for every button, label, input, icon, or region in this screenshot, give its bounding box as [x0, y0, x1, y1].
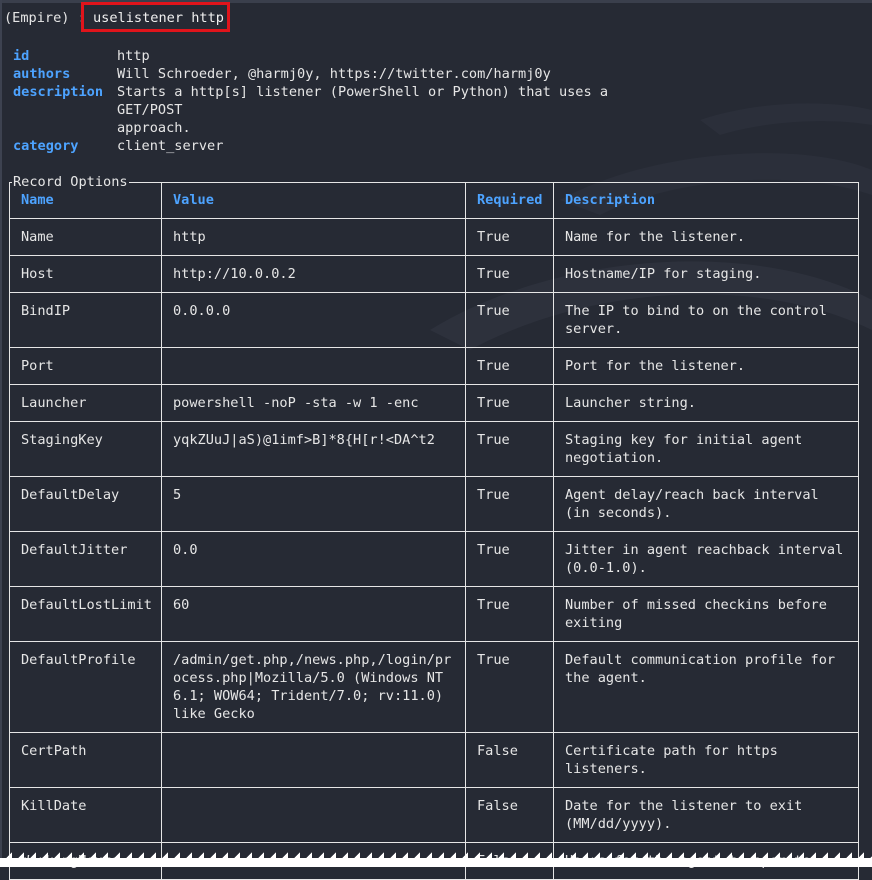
window-left-edge [0, 0, 2, 867]
cell-description: Default communication profile for the ag… [553, 641, 859, 733]
cell-name: Port [9, 347, 162, 385]
cell-required: True [465, 347, 554, 385]
cell-required: False [465, 732, 554, 788]
cell-required: True [465, 218, 554, 256]
column-header-description: Description [553, 182, 859, 219]
cell-value: /admin/get.php,/news.php,/login/process.… [161, 641, 466, 733]
cell-description: Name for the listener. [553, 218, 859, 256]
torn-edge-fill [0, 858, 872, 867]
cell-description: Staging key for initial agent negotiatio… [553, 421, 859, 477]
cell-required: True [465, 586, 554, 642]
cell-name: Host [9, 255, 162, 293]
info-key: authors [13, 66, 71, 82]
cell-name: Launcher [9, 384, 162, 422]
cell-name: KillDate [9, 787, 162, 843]
cell-required: True [465, 476, 554, 532]
table-row: Launcher powershell -noP -sta -w 1 -enc Tr… [9, 384, 859, 422]
cell-value: yqkZUuJ|aS)@1imf>B]*8{H[r!<DA^t2 [161, 421, 466, 477]
table-body: Name http True Name for the listener. Host ht… [9, 218, 859, 880]
cell-value: powershell -noP -sta -w 1 -enc [161, 384, 466, 422]
shell-prompt: (Empire) : [4, 10, 86, 26]
cell-required: True [465, 292, 554, 348]
info-value: Starts a http[s] listener (PowerShell or… [117, 84, 609, 136]
info-row-id: id http [13, 47, 677, 65]
listener-info: id http authors Will Schroeder, @harmj0y… [13, 47, 677, 155]
table-row: DefaultDelay 5 True Agent delay/reach back … [9, 476, 859, 532]
table-header-row: Name Value Required Description [9, 182, 859, 219]
table-row: StagingKey yqkZUuJ|aS)@1imf>B]*8{H[r!<DA^… [9, 421, 859, 477]
table-row: BindIP 0.0.0.0 True The IP to bind to on th… [9, 292, 859, 348]
cell-required: True [465, 255, 554, 293]
cell-value [161, 787, 466, 843]
table-row: KillDate False Date for the listener to ex… [9, 787, 859, 843]
cell-description: Certificate path for https listeners. [553, 732, 859, 788]
info-value: http [117, 48, 150, 64]
cell-name: DefaultLostLimit [9, 586, 162, 642]
cell-required: False [465, 787, 554, 843]
cell-description: The IP to bind to on the control server. [553, 292, 859, 348]
cell-value: http [161, 218, 466, 256]
cell-value: 60 [161, 586, 466, 642]
table-row: CertPath False Certificate path for https … [9, 732, 859, 788]
cell-value: http://10.0.0.2 [161, 255, 466, 293]
table-row: DefaultProfile/admin/get.php,/news.php,/… [9, 641, 859, 733]
cell-description: Port for the listener. [553, 347, 859, 385]
cell-name: BindIP [9, 292, 162, 348]
table-row: Host http://10.0.0.2 True Hostname/IP for s… [9, 255, 859, 293]
cell-value [161, 347, 466, 385]
cell-required: True [465, 384, 554, 422]
cell-name: DefaultProfile [9, 641, 162, 733]
table-row: DefaultJitter 0.0 True Jitter in agent reac… [9, 531, 859, 587]
cell-name: CertPath [9, 732, 162, 788]
info-row-category: category client_server [13, 137, 677, 155]
cell-name: StagingKey [9, 421, 162, 477]
info-row-description: description Starts a http[s] listener (P… [13, 83, 677, 137]
command-input[interactable]: uselistener http [93, 10, 224, 26]
cell-name: Name [9, 218, 162, 256]
info-row-authors: authors Will Schroeder, @harmj0y, https:… [13, 65, 677, 83]
info-value: Will Schroeder, @harmj0y, https://twitte… [117, 66, 551, 82]
cell-description: Launcher string. [553, 384, 859, 422]
cell-description: Date for the listener to exit (MM/dd/yyy… [553, 787, 859, 843]
cell-description: Number of missed checkins before exiting [553, 586, 859, 642]
cell-value: 0.0 [161, 531, 466, 587]
info-value: client_server [117, 138, 224, 154]
info-key: id [13, 48, 30, 64]
options-table-container: Name Value Required Description Name http… [9, 182, 859, 880]
table-row: DefaultLostLimit 60 True Number of missed c… [9, 586, 859, 642]
cell-description: Hostname/IP for staging. [553, 255, 859, 293]
cell-value: 0.0.0.0 [161, 292, 466, 348]
cell-required: True [465, 641, 554, 733]
options-table: Name Value Required Description Name http… [9, 182, 859, 880]
cell-value [161, 732, 466, 788]
info-key: description [13, 84, 104, 100]
cell-required: True [465, 531, 554, 587]
cell-name: DefaultDelay [9, 476, 162, 532]
table-row: Name http True Name for the listener. [9, 218, 859, 256]
info-key: category [13, 138, 79, 154]
cell-description: Jitter in agent reachback interval (0.0-… [553, 531, 859, 587]
section-title: Record Options [12, 174, 129, 190]
column-header-value: Value [161, 182, 466, 219]
cell-description: Agent delay/reach back interval (in seco… [553, 476, 859, 532]
cell-name: DefaultJitter [9, 531, 162, 587]
cell-value: 5 [161, 476, 466, 532]
table-row: Port True Port for the listener. [9, 347, 859, 385]
column-header-required: Required [465, 182, 554, 219]
cell-required: True [465, 421, 554, 477]
